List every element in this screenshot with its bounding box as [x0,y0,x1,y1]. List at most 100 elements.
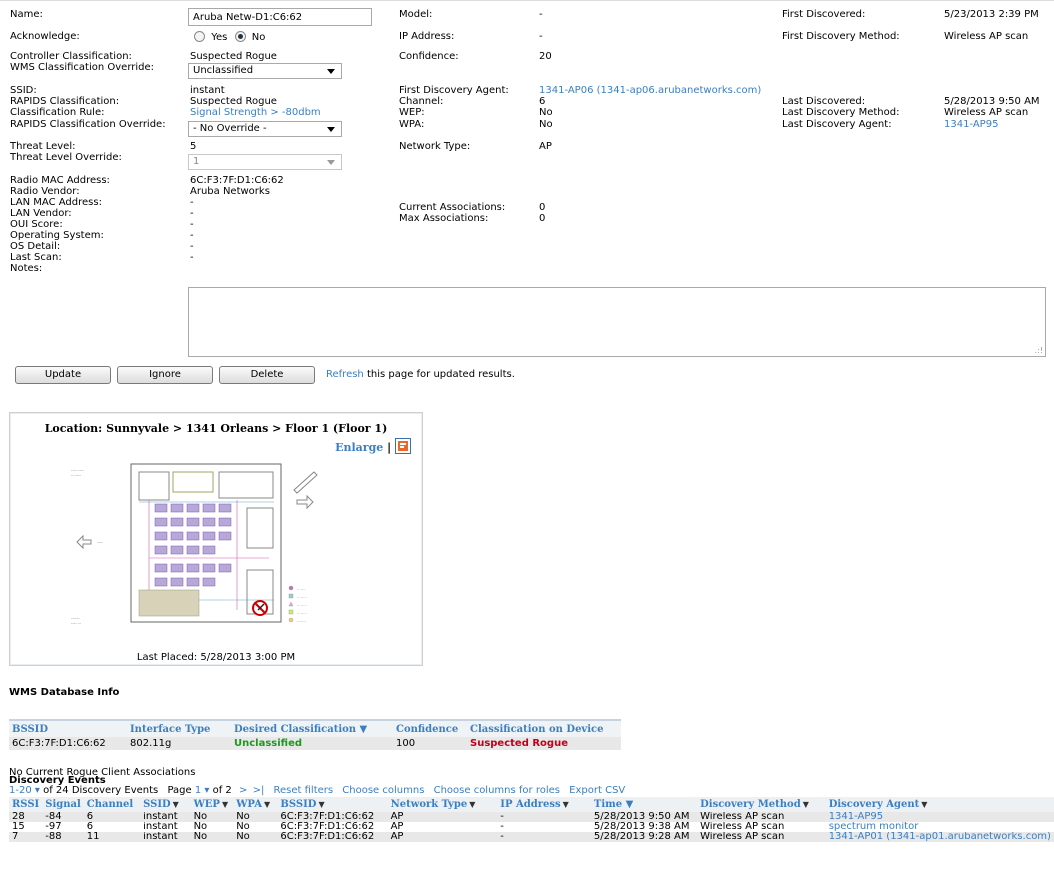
filter-icon[interactable]: ▼ [563,799,569,809]
table-row: 6C:F3:7F:D1:C6:62 802.11g Unclassified 1… [9,737,621,750]
filter-icon[interactable]: ▼ [921,799,927,809]
export-map-icon[interactable] [395,438,411,454]
filter-icon[interactable]: ▼ [173,799,179,809]
acknowledge-label: Acknowledge: [10,31,80,42]
cell-discovery-agent-link[interactable]: 1341-AP01 (1341-ap01.arubanetworks.com) [826,832,1054,842]
col-ip-address[interactable]: IP Address ▼ [497,797,591,812]
col-wep-label: WEP [193,799,220,810]
wpa-label: WPA: [399,119,425,130]
ip-label: IP Address: [399,31,455,42]
threat-override-select[interactable]: 1 [188,154,342,170]
svg-text:-------: ------- [297,619,307,623]
last-discovery-agent-link[interactable]: 1341-AP95 [944,119,998,131]
col-discovery-agent-label: Discovery Agent [828,799,920,810]
max-associations-label: Max Associations: [399,213,489,224]
cell-time: 5/28/2013 9:50 AM [593,812,690,822]
col-discovery-method[interactable]: Discovery Method ▼ [697,797,826,812]
threat-level-label: Threat Level: [10,141,76,152]
ack-no-label: No [251,32,266,43]
ack-no-radio[interactable] [234,31,246,42]
col-ssid-label: SSID [143,799,171,810]
rapids-override-select[interactable]: - No Override - [188,121,342,137]
name-input[interactable]: Aruba Netw-D1:C6:62 [188,8,372,26]
svg-text:---- --: ---- -- [71,621,81,626]
first-discovery-agent-link[interactable]: 1341-AP06 (1341-ap06.arubanetworks.com) [539,85,761,97]
acknowledge-radio-group: Yes No [194,31,265,44]
cell-channel: 6 [86,822,94,832]
wms-header-row: BSSID Interface Type Desired Classificat… [9,720,621,737]
page-select[interactable]: 1 ▾ [195,785,210,796]
rogue-location-marker [252,600,268,616]
enlarge-link[interactable]: Enlarge [335,441,383,454]
ignore-button[interactable]: Ignore [117,366,213,384]
classification-rule-link[interactable]: Signal Strength > -80dbm [190,107,321,119]
choose-columns-roles-link[interactable]: Choose columns for roles [434,785,560,796]
export-csv-link[interactable]: Export CSV [569,785,625,796]
col-wep[interactable]: WEP ▼ [190,797,234,812]
controller-classification-label: Controller Classification: [10,51,132,62]
rapids-override-label: RAPIDS Classification Override: [10,119,166,130]
col-ssid[interactable]: SSID ▼ [140,797,191,812]
ip-value: - [539,31,543,42]
os-detail-label: OS Detail: [10,241,61,252]
page-number: 1 [194,785,202,796]
last-page-link[interactable]: >| [253,785,265,796]
wms-override-label: WMS Classification Override: [10,62,155,73]
choose-columns-link[interactable]: Choose columns [342,785,424,796]
cell-discovery-agent-link[interactable]: spectrum monitor [826,822,1054,832]
wms-col-interface-type[interactable]: Interface Type [127,720,231,737]
name-label: Name: [10,9,43,20]
col-network-type[interactable]: Network Type ▼ [387,797,498,812]
next-page-link[interactable]: > [239,785,247,796]
col-discovery-agent[interactable]: Discovery Agent ▼ [825,797,1054,812]
rapids-override-value: - No Override - [193,123,267,134]
network-type-label: Network Type: [399,141,471,152]
radio-mac-label: Radio MAC Address: [10,175,110,186]
reset-filters-link[interactable]: Reset filters [274,785,334,796]
cell-time: 5/28/2013 9:38 AM [593,822,690,832]
col-channel[interactable]: Channel [83,797,141,812]
refresh-link[interactable]: Refresh [326,369,364,380]
col-bssid[interactable]: BSSID ▼ [277,797,388,812]
cell-ip-address: - [500,832,504,842]
cell-discovery-agent-link[interactable]: 1341-AP95 [826,812,1054,822]
wms-col-bssid[interactable]: BSSID [9,720,127,737]
col-wpa[interactable]: WPA ▼ [233,797,278,812]
of-pages: of 2 [209,785,232,796]
col-ip-address-label: IP Address [500,799,561,810]
cell-signal: -97 [45,822,62,832]
filter-icon[interactable]: ▼ [318,799,324,809]
filter-icon[interactable]: ▼ [803,799,809,809]
resize-grip-icon[interactable]: .:! [1035,346,1043,355]
ssid-label: SSID: [10,85,37,96]
last-discovery-method-value: Wireless AP scan [944,107,1029,118]
cell-time: 5/28/2013 9:28 AM [593,832,690,842]
col-signal[interactable]: Signal [42,797,84,812]
svg-text:-- -----: -- ----- [297,611,308,615]
wms-override-select[interactable]: Unclassified [188,63,342,79]
chevron-down-icon [327,160,335,165]
floor-plan-image[interactable]: ---- ------ ---- -------------- -- -- --… [69,460,359,640]
col-time[interactable]: Time ▼ [590,797,698,812]
wms-desired-classification: Unclassified [234,738,303,749]
ack-yes-radio[interactable] [194,31,205,42]
filter-icon[interactable]: ▼ [222,799,228,809]
table-row: 7 -88 11 instant No No 6C:F3:7F:D1:C6:62… [9,832,1054,842]
wms-col-confidence[interactable]: Confidence [393,720,467,737]
notes-textarea[interactable]: .:! [188,287,1046,357]
range-select[interactable]: 1-20 ▾ [9,785,40,796]
radio-vendor-label: Radio Vendor: [10,186,80,197]
filter-icon[interactable]: ▼ [469,799,475,809]
cell-channel: 6 [86,812,94,822]
filter-icon[interactable]: ▼ [264,799,270,809]
last-scan-value: - [190,252,194,263]
events-pager: 1-20 ▾ of 24 Discovery Events Page 1 ▾ o… [9,785,625,796]
wms-col-classification-device[interactable]: Classification on Device [467,720,621,737]
range-value: 1-20 [9,785,32,796]
update-button[interactable]: Update [15,366,111,384]
cell-ip-address: - [500,812,504,822]
cell-discovery-method: Wireless AP scan [700,812,785,822]
delete-button[interactable]: Delete [219,366,315,384]
wms-col-desired-classification[interactable]: Desired Classification ▼ [231,720,393,737]
col-rssi[interactable]: RSSI [9,797,43,812]
